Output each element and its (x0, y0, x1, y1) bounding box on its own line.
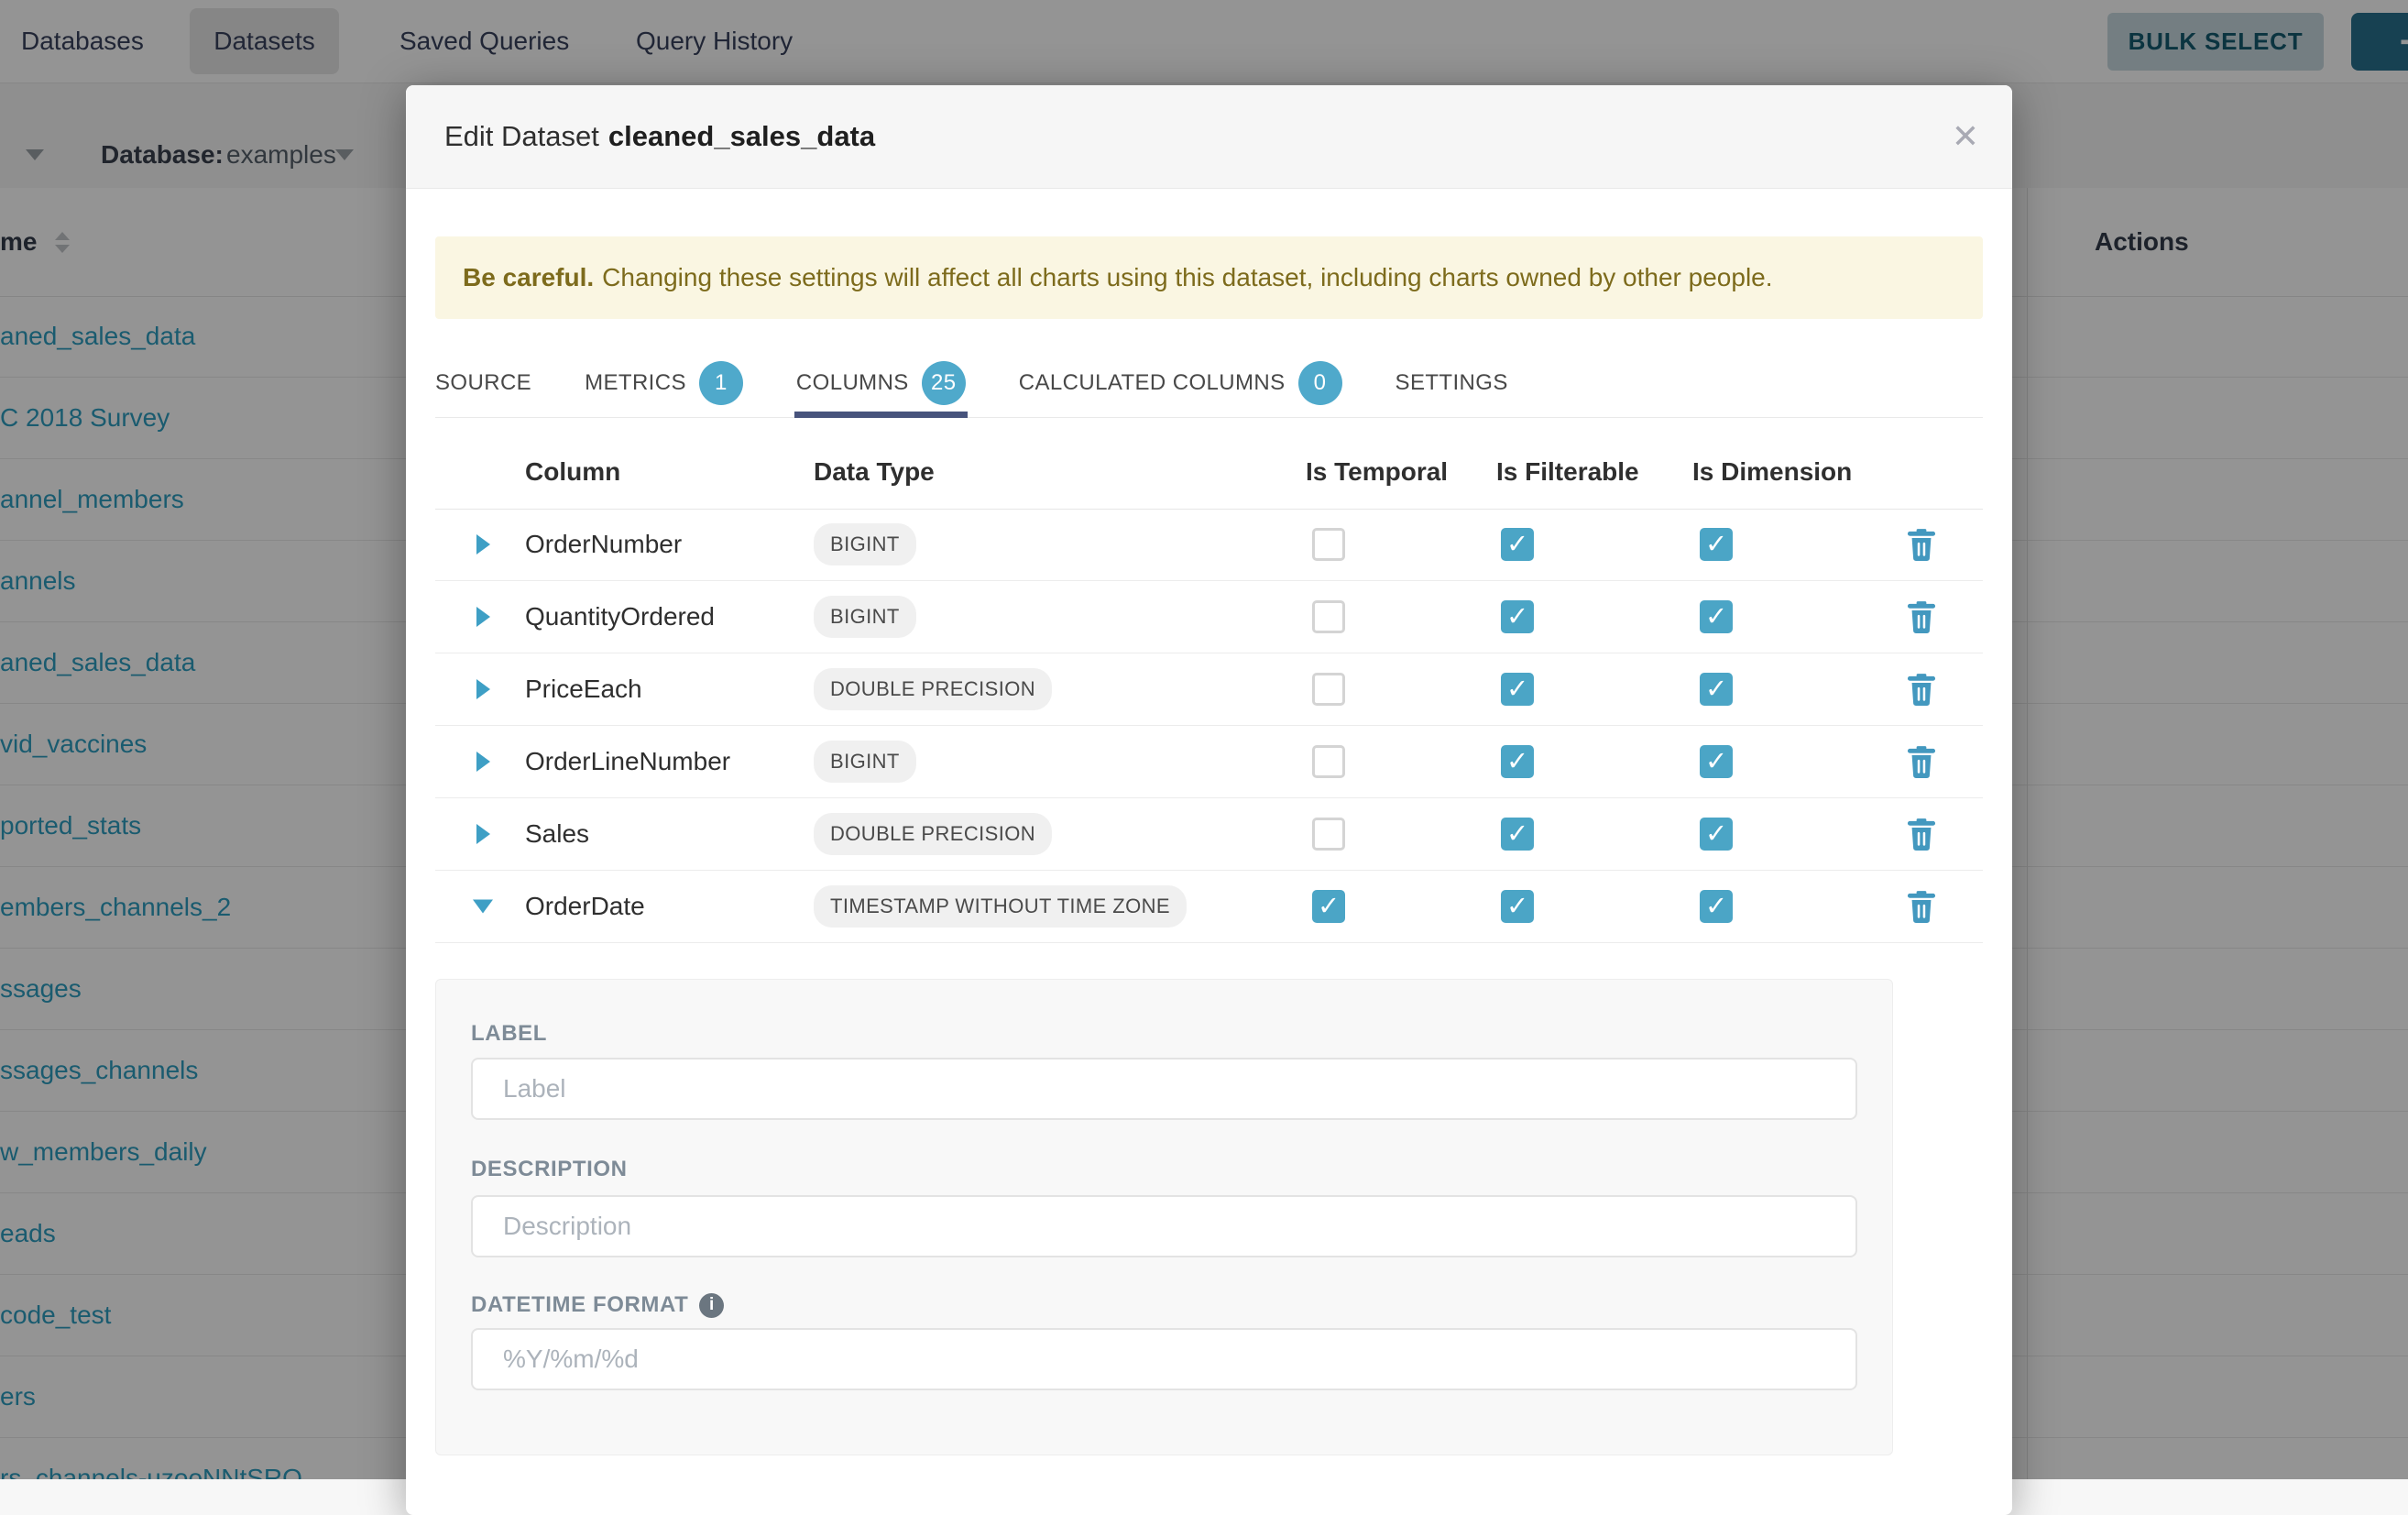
label-input[interactable] (471, 1058, 1857, 1120)
data-type-pill: DOUBLE PRECISION (814, 668, 1052, 710)
edit-dataset-modal: Edit Dataset cleaned_sales_data ✕ Be car… (406, 85, 2012, 1515)
is-temporal-checkbox[interactable] (1312, 600, 1345, 633)
column-row: OrderLineNumber BIGINT (435, 726, 1983, 798)
columns-table-header: Column Data Type Is Temporal Is Filterab… (435, 450, 1983, 510)
is-filterable-checkbox[interactable] (1501, 528, 1534, 561)
column-row: PriceEach DOUBLE PRECISION (435, 653, 1983, 726)
label-text: LABEL (471, 1021, 547, 1047)
tab-label: SETTINGS (1396, 370, 1508, 396)
delete-column-icon[interactable] (1906, 527, 1937, 562)
is-dimension-checkbox[interactable] (1700, 818, 1733, 851)
is-dimension-checkbox[interactable] (1700, 600, 1733, 633)
modal-header: Edit Dataset cleaned_sales_data ✕ (406, 85, 2012, 189)
is-filterable-checkbox[interactable] (1501, 673, 1534, 706)
data-type-pill: BIGINT (814, 741, 916, 783)
column-name: PriceEach (525, 675, 642, 704)
tab-metrics[interactable]: METRICS 1 (585, 348, 743, 417)
modal-title: Edit Dataset cleaned_sales_data (444, 85, 875, 188)
expand-caret-icon[interactable] (476, 824, 490, 844)
is-temporal-header: Is Temporal (1306, 457, 1448, 487)
delete-column-icon[interactable] (1906, 817, 1937, 851)
column-detail-panel: LABEL DESCRIPTION DATETIME FORMAT (435, 979, 1893, 1455)
tab-settings[interactable]: SETTINGS (1396, 348, 1508, 417)
data-type-pill: TIMESTAMP WITHOUT TIME ZONE (814, 885, 1187, 928)
info-icon[interactable] (699, 1293, 724, 1318)
column-header: Column (525, 457, 620, 487)
delete-column-icon[interactable] (1906, 672, 1937, 707)
close-icon[interactable]: ✕ (1952, 85, 1979, 188)
tab-label: CALCULATED COLUMNS (1019, 370, 1286, 396)
column-name: OrderNumber (525, 530, 682, 559)
delete-column-icon[interactable] (1906, 599, 1937, 634)
is-temporal-checkbox[interactable] (1312, 818, 1345, 851)
tab-label: METRICS (585, 370, 686, 396)
is-filterable-checkbox[interactable] (1501, 600, 1534, 633)
delete-column-icon[interactable] (1906, 744, 1937, 779)
is-temporal-checkbox[interactable] (1312, 890, 1345, 923)
expand-caret-icon[interactable] (476, 679, 490, 699)
tab-columns[interactable]: COLUMNS 25 (796, 348, 966, 417)
columns-table-body: OrderNumber BIGINT QuantityOrdered BIGIN… (435, 509, 1983, 943)
datetime-format-input[interactable] (471, 1328, 1857, 1390)
warning-bold: Be careful. (463, 263, 594, 292)
modal-tabs: SOURCE METRICS 1 COLUMNS 25 CALCULATED C… (435, 348, 1983, 418)
warning-text: Changing these settings will affect all … (602, 263, 1772, 292)
column-name: Sales (525, 819, 589, 849)
is-temporal-checkbox[interactable] (1312, 745, 1345, 778)
column-row: Sales DOUBLE PRECISION (435, 798, 1983, 871)
is-filterable-checkbox[interactable] (1501, 745, 1534, 778)
is-dimension-header: Is Dimension (1692, 457, 1852, 487)
column-name: OrderLineNumber (525, 747, 730, 776)
expand-caret-icon[interactable] (473, 900, 493, 914)
columns-count-badge: 25 (922, 361, 966, 405)
is-filterable-header: Is Filterable (1496, 457, 1639, 487)
is-temporal-checkbox[interactable] (1312, 528, 1345, 561)
description-field-label: DESCRIPTION (471, 1157, 628, 1182)
column-name: OrderDate (525, 892, 645, 921)
modal-title-prefix: Edit Dataset (444, 120, 599, 153)
tab-label: COLUMNS (796, 370, 909, 396)
data-type-header: Data Type (814, 457, 935, 487)
label-field-label: LABEL (471, 1021, 547, 1047)
column-name: QuantityOrdered (525, 602, 715, 631)
is-filterable-checkbox[interactable] (1501, 818, 1534, 851)
data-type-pill: DOUBLE PRECISION (814, 813, 1052, 855)
column-row: QuantityOrdered BIGINT (435, 581, 1983, 653)
description-input[interactable] (471, 1195, 1857, 1257)
tab-calculated-columns[interactable]: CALCULATED COLUMNS 0 (1019, 348, 1342, 417)
column-row: OrderNumber BIGINT (435, 509, 1983, 581)
warning-banner: Be careful. Changing these settings will… (435, 236, 1983, 319)
is-dimension-checkbox[interactable] (1700, 745, 1733, 778)
is-dimension-checkbox[interactable] (1700, 673, 1733, 706)
delete-column-icon[interactable] (1906, 889, 1937, 924)
is-dimension-checkbox[interactable] (1700, 528, 1733, 561)
tab-source[interactable]: SOURCE (435, 348, 531, 417)
is-temporal-checkbox[interactable] (1312, 673, 1345, 706)
column-row: OrderDate TIMESTAMP WITHOUT TIME ZONE (435, 871, 1983, 943)
expand-caret-icon[interactable] (476, 752, 490, 772)
data-type-pill: BIGINT (814, 596, 916, 638)
data-type-pill: BIGINT (814, 523, 916, 565)
expand-caret-icon[interactable] (476, 607, 490, 627)
expand-caret-icon[interactable] (476, 534, 490, 554)
metrics-count-badge: 1 (699, 361, 743, 405)
calculated-columns-count-badge: 0 (1298, 361, 1342, 405)
modal-title-dataset: cleaned_sales_data (608, 120, 875, 153)
is-filterable-checkbox[interactable] (1501, 890, 1534, 923)
tab-label: SOURCE (435, 370, 531, 396)
label-text: DATETIME FORMAT (471, 1292, 688, 1318)
label-text: DESCRIPTION (471, 1157, 628, 1182)
is-dimension-checkbox[interactable] (1700, 890, 1733, 923)
datetime-format-field-label: DATETIME FORMAT (471, 1292, 724, 1318)
